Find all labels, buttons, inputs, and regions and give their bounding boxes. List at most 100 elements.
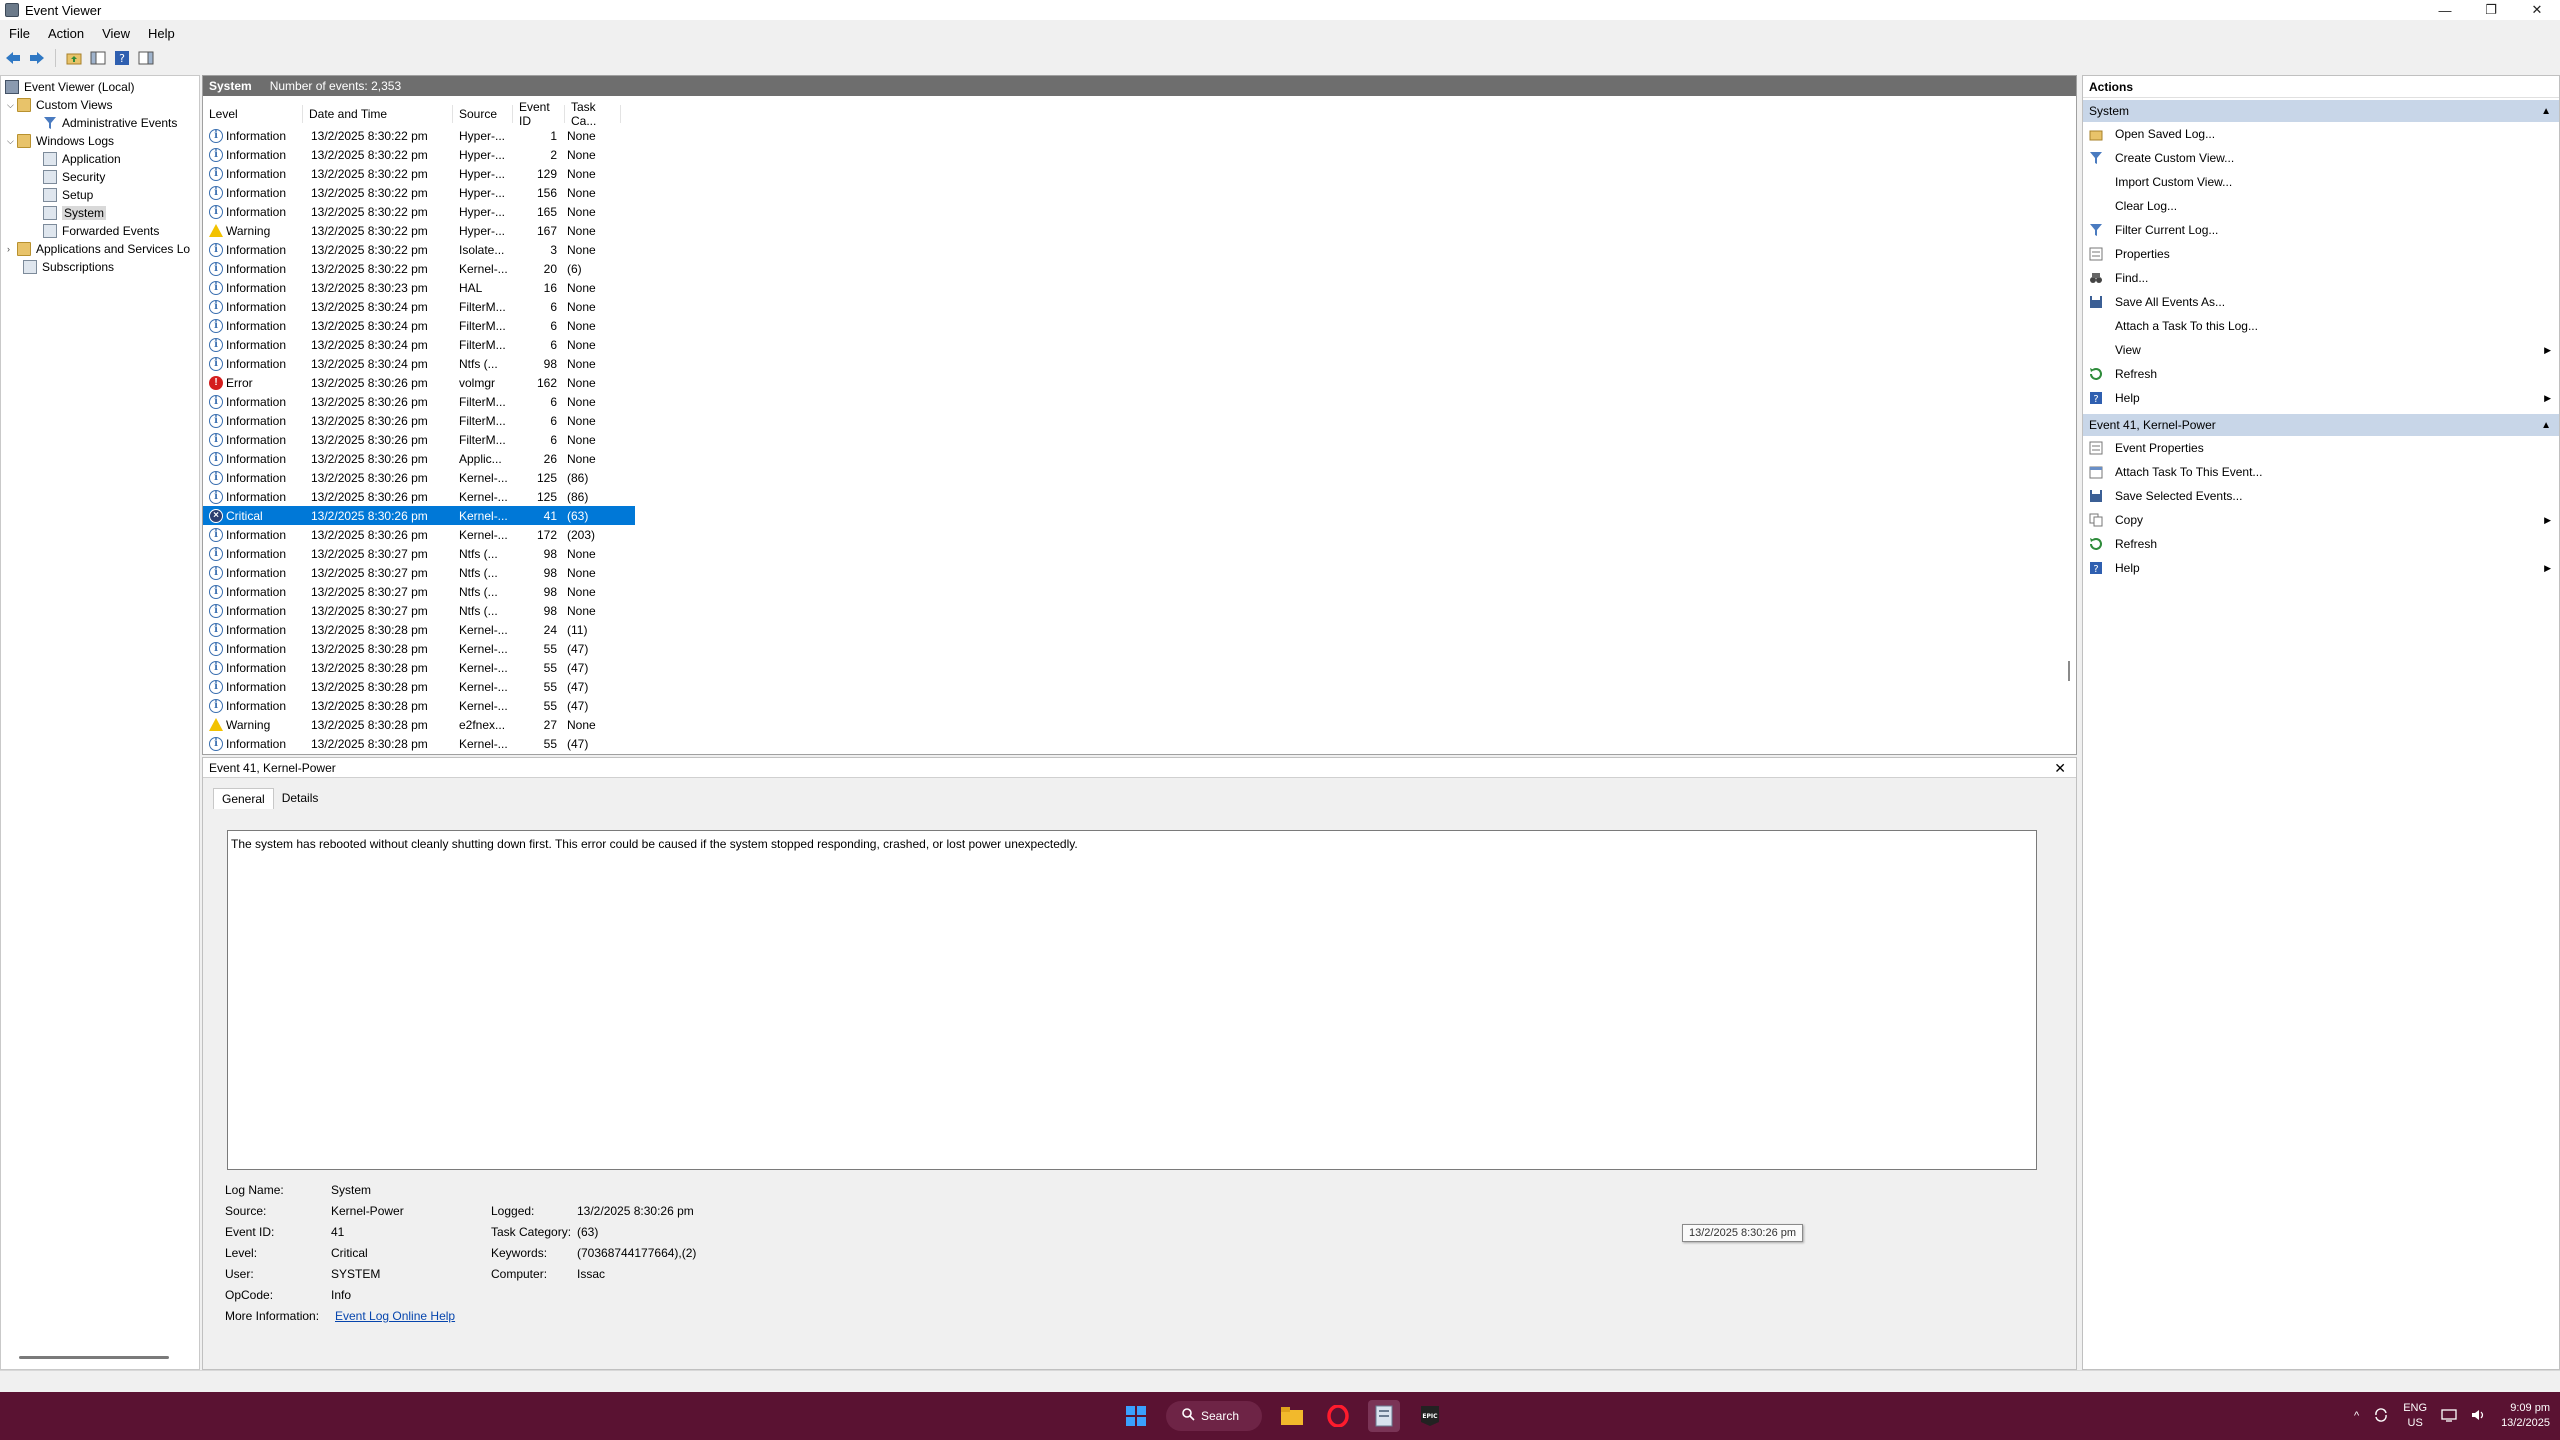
maximize-button[interactable]: ❐ — [2468, 0, 2514, 20]
tab-details[interactable]: Details — [274, 788, 327, 809]
chevron-down-icon[interactable]: ⌵ — [7, 100, 17, 111]
action-event-properties[interactable]: Event Properties — [2083, 436, 2559, 460]
network-icon[interactable] — [2441, 1408, 2457, 1425]
menu-help[interactable]: Help — [139, 26, 184, 41]
event-id-value[interactable]: 41 — [331, 1225, 344, 1239]
show-hide-tree-icon[interactable] — [89, 49, 107, 67]
event-row[interactable]: i Information 13/2/2025 8:30:22 pm Hyper-..… — [203, 164, 2076, 183]
event-row[interactable]: i Information 13/2/2025 8:30:26 pm Kernel-.… — [203, 468, 2076, 487]
actions-section-system[interactable]: System ▲ — [2083, 100, 2559, 122]
event-row[interactable]: ! Error 13/2/2025 8:30:26 pm volmgr 162 None — [203, 373, 2076, 392]
tree-item-application[interactable]: Application — [43, 150, 121, 168]
menu-view[interactable]: View — [93, 26, 139, 41]
event-row[interactable]: i Information 13/2/2025 8:30:22 pm Hyper-..… — [203, 126, 2076, 145]
column-task-category[interactable]: Task Ca... — [565, 100, 621, 128]
start-button[interactable] — [1120, 1400, 1152, 1432]
opera-browser-icon[interactable] — [1322, 1400, 1354, 1432]
event-row[interactable]: i Information 13/2/2025 8:30:22 pm Isolate.… — [203, 240, 2076, 259]
event-row[interactable]: i Information 13/2/2025 8:30:27 pm Ntfs (..… — [203, 563, 2076, 582]
event-row[interactable]: i Information 13/2/2025 8:30:28 pm Kernel-.… — [203, 658, 2076, 677]
event-row[interactable]: i Information 13/2/2025 8:30:22 pm Hyper-..… — [203, 145, 2076, 164]
action-create-custom-view[interactable]: Create Custom View... — [2083, 146, 2559, 170]
language-indicator[interactable]: ENG US — [2403, 1401, 2427, 1431]
clock[interactable]: 9:09 pm 13/2/2025 — [2501, 1401, 2550, 1431]
list-vertical-scrollbar[interactable] — [2068, 661, 2070, 681]
minimize-button[interactable]: — — [2422, 0, 2468, 20]
event-viewer-taskbar-icon[interactable] — [1368, 1400, 1400, 1432]
event-row[interactable]: Warning 13/2/2025 8:30:22 pm Hyper-... 167 N… — [203, 221, 2076, 240]
action-help[interactable]: ? Help ▶ — [2083, 386, 2559, 410]
tree-horizontal-scrollbar[interactable] — [19, 1356, 169, 1359]
collapse-icon[interactable]: ▲ — [2541, 420, 2551, 431]
event-row[interactable]: i Information 13/2/2025 8:30:28 pm Kernel-.… — [203, 734, 2076, 753]
event-row[interactable]: i Information 13/2/2025 8:30:26 pm Applic..… — [203, 449, 2076, 468]
tree-item-custom-views[interactable]: ⌵ Custom Views — [7, 96, 112, 114]
menu-action[interactable]: Action — [39, 26, 93, 41]
show-hide-action-pane-icon[interactable] — [137, 49, 155, 67]
tree-item-setup[interactable]: Setup — [43, 186, 93, 204]
event-row[interactable]: i Information 13/2/2025 8:30:28 pm Kernel-.… — [203, 620, 2076, 639]
close-icon[interactable]: ✕ — [2054, 760, 2066, 777]
event-row[interactable]: i Information 13/2/2025 8:30:22 pm Hyper-..… — [203, 183, 2076, 202]
event-row[interactable]: i Information 13/2/2025 8:30:22 pm Kernel-.… — [203, 259, 2076, 278]
tree-item-applications-and-services[interactable]: › Applications and Services Lo — [7, 240, 190, 258]
source-value[interactable]: Kernel-Power — [331, 1204, 404, 1218]
action-filter-current-log[interactable]: Filter Current Log... — [2083, 218, 2559, 242]
menu-file[interactable]: File — [0, 26, 39, 41]
back-arrow-icon[interactable] — [4, 49, 22, 67]
user-value[interactable]: SYSTEM — [331, 1267, 380, 1281]
event-row[interactable]: i Information 13/2/2025 8:30:26 pm Kernel-.… — [203, 525, 2076, 544]
opcode-value[interactable]: Info — [331, 1288, 351, 1302]
up-folder-icon[interactable] — [65, 49, 83, 67]
tree-item-administrative-events[interactable]: Administrative Events — [43, 114, 177, 132]
collapse-icon[interactable]: ▲ — [2541, 106, 2551, 117]
help-icon[interactable]: ? — [113, 49, 131, 67]
column-source[interactable]: Source — [453, 105, 513, 123]
tree-item-security[interactable]: Security — [43, 168, 105, 186]
event-row[interactable]: i Information 13/2/2025 8:30:28 pm Kernel-.… — [203, 639, 2076, 658]
epic-games-icon[interactable]: EPIC — [1414, 1400, 1446, 1432]
action-refresh[interactable]: Refresh — [2083, 362, 2559, 386]
action-help[interactable]: ? Help ▶ — [2083, 556, 2559, 580]
chevron-down-icon[interactable]: ⌵ — [7, 136, 17, 147]
column-date-time[interactable]: Date and Time — [303, 105, 453, 123]
event-row[interactable]: Warning 13/2/2025 8:30:28 pm e2fnex... 27 No… — [203, 715, 2076, 734]
forward-arrow-icon[interactable] — [28, 49, 46, 67]
volume-icon[interactable] — [2471, 1408, 2487, 1425]
tree-item-windows-logs[interactable]: ⌵ Windows Logs — [7, 132, 114, 150]
action-copy[interactable]: Copy ▶ — [2083, 508, 2559, 532]
sync-icon[interactable] — [2373, 1407, 2389, 1426]
log-name-value[interactable]: System — [331, 1183, 371, 1197]
event-description[interactable]: The system has rebooted without cleanly … — [227, 830, 2037, 1170]
event-row[interactable]: i Information 13/2/2025 8:30:27 pm Ntfs (..… — [203, 601, 2076, 620]
event-row[interactable]: × Critical 13/2/2025 8:30:26 pm Kernel-... 4… — [203, 506, 635, 525]
event-row[interactable]: i Information 13/2/2025 8:30:24 pm FilterM.… — [203, 335, 2076, 354]
event-row[interactable]: i Information 13/2/2025 8:30:24 pm FilterM.… — [203, 297, 2076, 316]
tab-general[interactable]: General — [213, 788, 274, 809]
tree-item-system[interactable]: System — [43, 204, 107, 222]
column-level[interactable]: Level — [203, 105, 303, 123]
event-row[interactable]: i Information 13/2/2025 8:30:24 pm Ntfs (..… — [203, 354, 2076, 373]
event-log-online-help-link[interactable]: Event Log Online Help — [335, 1309, 455, 1323]
actions-section-event[interactable]: Event 41, Kernel-Power ▲ — [2083, 414, 2559, 436]
action-clear-log[interactable]: Clear Log... — [2083, 194, 2559, 218]
file-explorer-icon[interactable] — [1276, 1400, 1308, 1432]
action-properties[interactable]: Properties — [2083, 242, 2559, 266]
task-category-value[interactable]: (63) — [577, 1225, 598, 1239]
event-row[interactable]: i Information 13/2/2025 8:30:23 pm HAL 16 Non… — [203, 278, 2076, 297]
action-import-custom-view[interactable]: Import Custom View... — [2083, 170, 2559, 194]
level-value[interactable]: Critical — [331, 1246, 368, 1260]
taskbar-search[interactable]: Search — [1166, 1401, 1262, 1431]
action-save-all-events-as[interactable]: Save All Events As... — [2083, 290, 2559, 314]
action-refresh[interactable]: Refresh — [2083, 532, 2559, 556]
event-row[interactable]: i Information 13/2/2025 8:30:26 pm FilterM.… — [203, 392, 2076, 411]
column-event-id[interactable]: Event ID — [513, 100, 565, 128]
action-open-saved-log[interactable]: Open Saved Log... — [2083, 122, 2559, 146]
action-attach-task-to-this-event[interactable]: Attach Task To This Event... — [2083, 460, 2559, 484]
event-row[interactable]: i Information 13/2/2025 8:30:24 pm FilterM.… — [203, 316, 2076, 335]
event-row[interactable]: i Information 13/2/2025 8:30:26 pm FilterM.… — [203, 430, 2076, 449]
event-row[interactable]: i Information 13/2/2025 8:30:26 pm Kernel-.… — [203, 487, 2076, 506]
show-hidden-icons-caret[interactable]: ^ — [2354, 1410, 2359, 1422]
tree-item-subscriptions[interactable]: Subscriptions — [23, 258, 114, 276]
chevron-right-icon[interactable]: › — [7, 244, 17, 254]
